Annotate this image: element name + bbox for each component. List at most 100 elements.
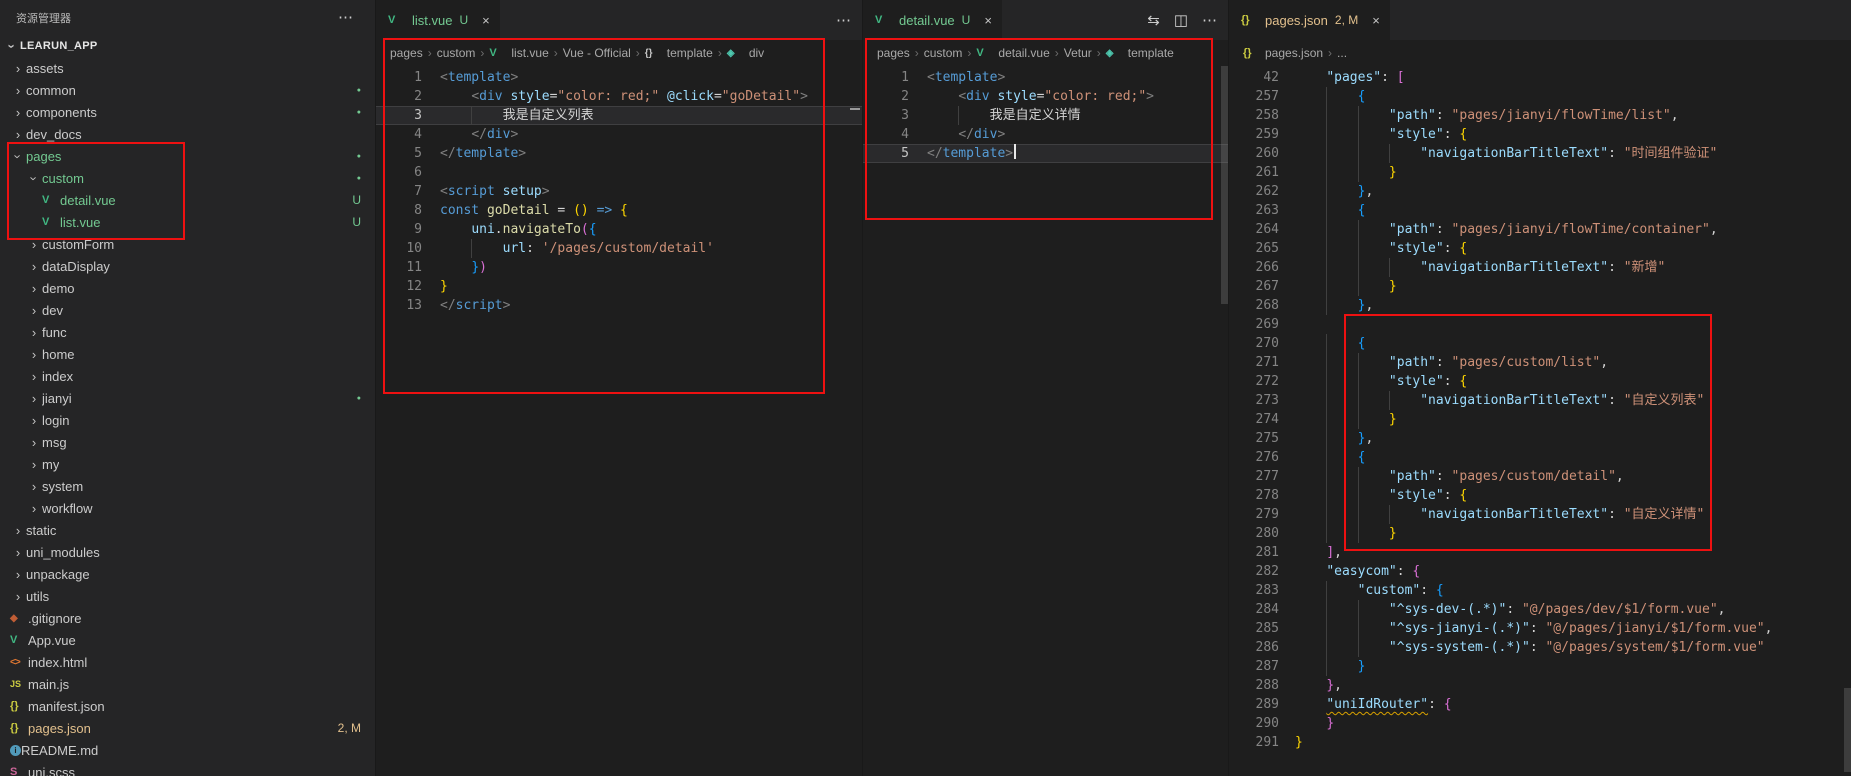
breadcrumb-item[interactable]: Vdetail.vue bbox=[976, 46, 1049, 60]
tree-item-jianyi[interactable]: ›jianyi● bbox=[0, 387, 375, 409]
code-line[interactable]: 1<template> bbox=[863, 68, 1229, 87]
code-line[interactable]: 268 }, bbox=[1229, 296, 1851, 315]
more-actions-icon[interactable]: ⋯ bbox=[338, 10, 353, 25]
tree-item-common[interactable]: ›common● bbox=[0, 79, 375, 101]
tree-item-pages[interactable]: ›pages● bbox=[0, 145, 375, 167]
close-icon[interactable]: × bbox=[1372, 13, 1380, 28]
code-line[interactable]: 4 </div> bbox=[376, 125, 863, 144]
tree-item-pages.json[interactable]: {}pages.json2, M bbox=[0, 717, 375, 739]
breadcrumb-item[interactable]: Vlist.vue bbox=[489, 46, 548, 60]
tree-item-uni_modules[interactable]: ›uni_modules bbox=[0, 541, 375, 563]
breadcrumb-item[interactable]: ◈div bbox=[727, 46, 764, 60]
breadcrumb-item[interactable]: ... bbox=[1337, 46, 1347, 60]
code-line[interactable]: 289 "uniIdRouter": { bbox=[1229, 695, 1851, 714]
code-line[interactable]: 9 uni.navigateTo({ bbox=[376, 220, 863, 239]
breadcrumb-item[interactable]: pages bbox=[390, 46, 423, 60]
tree-item-demo[interactable]: ›demo bbox=[0, 277, 375, 299]
code-line[interactable]: 2 <div style="color: red;"> bbox=[863, 87, 1229, 106]
tree-item-custom[interactable]: ›custom● bbox=[0, 167, 375, 189]
code-line[interactable]: 5</template> bbox=[863, 144, 1229, 163]
more-actions-icon[interactable]: ⋯ bbox=[836, 13, 851, 28]
tree-item-workflow[interactable]: ›workflow bbox=[0, 497, 375, 519]
tree-item-static[interactable]: ›static bbox=[0, 519, 375, 541]
code-line[interactable]: 264 "path": "pages/jianyi/flowTime/conta… bbox=[1229, 220, 1851, 239]
tree-item-uni.scss[interactable]: Suni.scss bbox=[0, 761, 375, 776]
code-line[interactable]: 266 "navigationBarTitleText": "新增" bbox=[1229, 258, 1851, 277]
code-line[interactable]: 262 }, bbox=[1229, 182, 1851, 201]
tree-item-dev[interactable]: ›dev bbox=[0, 299, 375, 321]
tree-item-.gitignore[interactable]: ◆.gitignore bbox=[0, 607, 375, 629]
split-editor-icon[interactable]: ◫ bbox=[1174, 13, 1188, 28]
tree-item-home[interactable]: ›home bbox=[0, 343, 375, 365]
code-line[interactable]: 271 "path": "pages/custom/list", bbox=[1229, 353, 1851, 372]
code-line[interactable]: 272 "style": { bbox=[1229, 372, 1851, 391]
tree-item-my[interactable]: ›my bbox=[0, 453, 375, 475]
code-line[interactable]: 270 { bbox=[1229, 334, 1851, 353]
code-line[interactable]: 278 "style": { bbox=[1229, 486, 1851, 505]
code-line[interactable]: 273 "navigationBarTitleText": "自定义列表" bbox=[1229, 391, 1851, 410]
tree-item-func[interactable]: ›func bbox=[0, 321, 375, 343]
tree-item-index[interactable]: ›index bbox=[0, 365, 375, 387]
tree-item-login[interactable]: ›login bbox=[0, 409, 375, 431]
breadcrumb-item[interactable]: {}template bbox=[645, 46, 713, 60]
code-line[interactable]: 259 "style": { bbox=[1229, 125, 1851, 144]
code-line[interactable]: 1<template> bbox=[376, 68, 863, 87]
tree-item-customForm[interactable]: ›customForm bbox=[0, 233, 375, 255]
code-line[interactable]: 267 } bbox=[1229, 277, 1851, 296]
code-line[interactable]: 265 "style": { bbox=[1229, 239, 1851, 258]
code-line[interactable]: 6 bbox=[376, 163, 863, 182]
breadcrumb-item[interactable]: ◈template bbox=[1106, 46, 1174, 60]
close-icon[interactable]: × bbox=[482, 13, 490, 28]
code-line[interactable]: 261 } bbox=[1229, 163, 1851, 182]
tab-list.vue[interactable]: Vlist.vueU× bbox=[376, 0, 500, 40]
tree-item-detail.vue[interactable]: Vdetail.vueU bbox=[0, 189, 375, 211]
code-line[interactable]: 260 "navigationBarTitleText": "时间组件验证" bbox=[1229, 144, 1851, 163]
code-line[interactable]: 290 } bbox=[1229, 714, 1851, 733]
tree-item-index.html[interactable]: <>index.html bbox=[0, 651, 375, 673]
tree-item-list.vue[interactable]: Vlist.vueU bbox=[0, 211, 375, 233]
code-line[interactable]: 258 "path": "pages/jianyi/flowTime/list"… bbox=[1229, 106, 1851, 125]
code-line[interactable]: 279 "navigationBarTitleText": "自定义详情" bbox=[1229, 505, 1851, 524]
tree-item-msg[interactable]: ›msg bbox=[0, 431, 375, 453]
tree-item-assets[interactable]: ›assets bbox=[0, 57, 375, 79]
code-line[interactable]: 276 { bbox=[1229, 448, 1851, 467]
tree-item-dev_docs[interactable]: ›dev_docs bbox=[0, 123, 375, 145]
breadcrumb-item[interactable]: Vue - Official bbox=[563, 46, 631, 60]
tree-item-main.js[interactable]: JSmain.js bbox=[0, 673, 375, 695]
code-line[interactable]: 283 "custom": { bbox=[1229, 581, 1851, 600]
code-line[interactable]: 291} bbox=[1229, 733, 1851, 752]
tree-item-components[interactable]: ›components● bbox=[0, 101, 375, 123]
code-line[interactable]: 4 </div> bbox=[863, 125, 1229, 144]
tab-detail.vue[interactable]: Vdetail.vueU× bbox=[863, 0, 1002, 40]
code-line[interactable]: 287 } bbox=[1229, 657, 1851, 676]
code-line[interactable]: 285 "^sys-jianyi-(.*)": "@/pages/jianyi/… bbox=[1229, 619, 1851, 638]
code-line[interactable]: 282 "easycom": { bbox=[1229, 562, 1851, 581]
code-line[interactable]: 2 <div style="color: red;" @click="goDet… bbox=[376, 87, 863, 106]
breadcrumb-item[interactable]: Vetur bbox=[1064, 46, 1092, 60]
code-line[interactable]: 281 ], bbox=[1229, 543, 1851, 562]
code-line[interactable]: 280 } bbox=[1229, 524, 1851, 543]
code-line[interactable]: 284 "^sys-dev-(.*)": "@/pages/dev/$1/for… bbox=[1229, 600, 1851, 619]
more-actions-icon[interactable]: ⋯ bbox=[1202, 13, 1217, 28]
code-line[interactable]: 10 url: '/pages/custom/detail' bbox=[376, 239, 863, 258]
breadcrumb-item[interactable]: custom bbox=[437, 46, 476, 60]
compare-changes-icon[interactable]: ⇆ bbox=[1147, 13, 1160, 28]
code-line[interactable]: 5</template> bbox=[376, 144, 863, 163]
code-line[interactable]: 275 }, bbox=[1229, 429, 1851, 448]
code-line[interactable]: 263 { bbox=[1229, 201, 1851, 220]
breadcrumb-item[interactable]: pages bbox=[877, 46, 910, 60]
tree-item-system[interactable]: ›system bbox=[0, 475, 375, 497]
tree-item-dataDisplay[interactable]: ›dataDisplay bbox=[0, 255, 375, 277]
code-line[interactable]: 12} bbox=[376, 277, 863, 296]
breadcrumb-item[interactable]: {}pages.json bbox=[1243, 46, 1323, 60]
tree-item-unpackage[interactable]: ›unpackage bbox=[0, 563, 375, 585]
tab-pages.json[interactable]: {}pages.json2, M× bbox=[1229, 0, 1390, 40]
tree-item-manifest.json[interactable]: {}manifest.json bbox=[0, 695, 375, 717]
workspace-root[interactable]: › LEARUN_APP bbox=[0, 35, 375, 57]
code-line[interactable]: 7<script setup> bbox=[376, 182, 863, 201]
code-line[interactable]: 277 "path": "pages/custom/detail", bbox=[1229, 467, 1851, 486]
code-line[interactable]: 269 bbox=[1229, 315, 1851, 334]
code-line[interactable]: 42 "pages": [ bbox=[1229, 68, 1851, 87]
breadcrumb-item[interactable]: custom bbox=[924, 46, 963, 60]
code-line[interactable]: 11 }) bbox=[376, 258, 863, 277]
